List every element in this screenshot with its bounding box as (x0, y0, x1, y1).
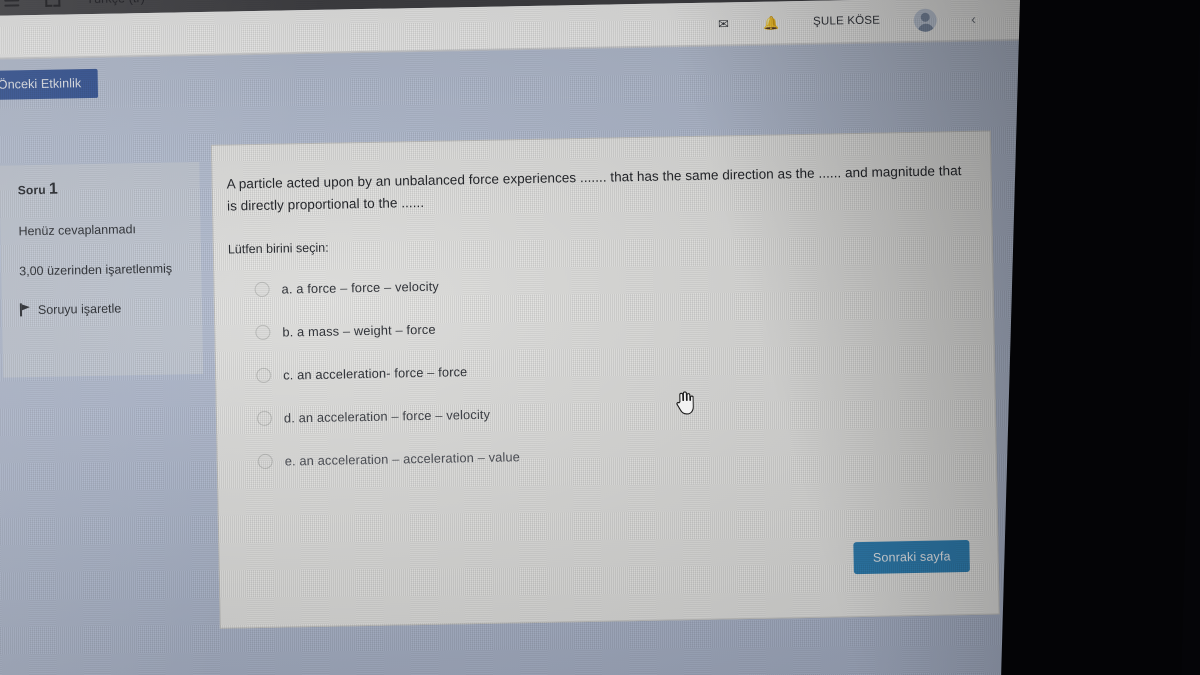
radio-option-b[interactable] (255, 324, 271, 340)
user-name[interactable]: ŞULE KÖSE (813, 15, 880, 28)
dark-surround-right (1001, 0, 1200, 675)
question-word: Soru (17, 182, 47, 198)
question-status: Henüz cevaplanmadı (18, 222, 137, 239)
hamburger-icon[interactable] (4, 0, 20, 7)
question-marks: 3,00 üzerinden işaretlenmiş (19, 261, 173, 279)
choose-one-label: Lütfen birini seçin: (227, 240, 329, 257)
answer-options-list: a. a force – force – velocity b. a mass … (228, 255, 970, 483)
language-label: Türkçe (tr) (86, 0, 145, 6)
notifications-icon[interactable]: 🔔 (763, 15, 779, 30)
avatar[interactable] (913, 8, 938, 32)
radio-option-c[interactable] (256, 367, 272, 383)
radio-option-e[interactable] (257, 453, 273, 469)
expand-icon[interactable] (45, 0, 61, 7)
screen-area: Türkçe (tr) ✖ ⋮ ✉ 🔔 ŞULE KÖSE ‹ Önceki (0, 0, 1110, 675)
flag-icon (20, 303, 31, 316)
radio-option-a[interactable] (254, 281, 270, 297)
question-panel: A particle acted upon by an unbalanced f… (210, 130, 1000, 629)
question-number: 1 (48, 180, 59, 198)
answer-option-c-label: c. an acceleration- force – force (283, 363, 468, 383)
question-info-panel: Soru 1 Henüz cevaplanmadı 3,00 üzerinden … (0, 162, 204, 378)
answer-option-a-label: a. a force – force – velocity (281, 278, 440, 297)
previous-activity-button[interactable]: Önceki Etkinlik (0, 68, 99, 101)
answer-option-d-label: d. an acceleration – force – velocity (283, 406, 491, 426)
monitor-photo: Türkçe (tr) ✖ ⋮ ✉ 🔔 ŞULE KÖSE ‹ Önceki (0, 0, 1200, 675)
flag-question-button[interactable]: Soruyu işaretle (20, 300, 188, 317)
next-page-button[interactable]: Sonraki sayfa (853, 540, 970, 575)
question-heading: Soru 1 (18, 178, 186, 199)
question-text: A particle acted upon by an unbalanced f… (226, 163, 962, 214)
mouse-cursor-pointer (676, 391, 694, 415)
nav-collapse-icon[interactable]: ‹ (971, 11, 976, 27)
answer-option-e-label: e. an acceleration – acceleration – valu… (284, 448, 521, 469)
radio-option-d[interactable] (256, 410, 273, 426)
language-selector[interactable]: Türkçe (tr) (86, 0, 158, 6)
flag-question-label: Soruyu işaretle (37, 301, 122, 317)
answer-option-b-label: b. a mass – weight – force (282, 321, 436, 340)
messages-icon[interactable]: ✉ (718, 16, 729, 31)
